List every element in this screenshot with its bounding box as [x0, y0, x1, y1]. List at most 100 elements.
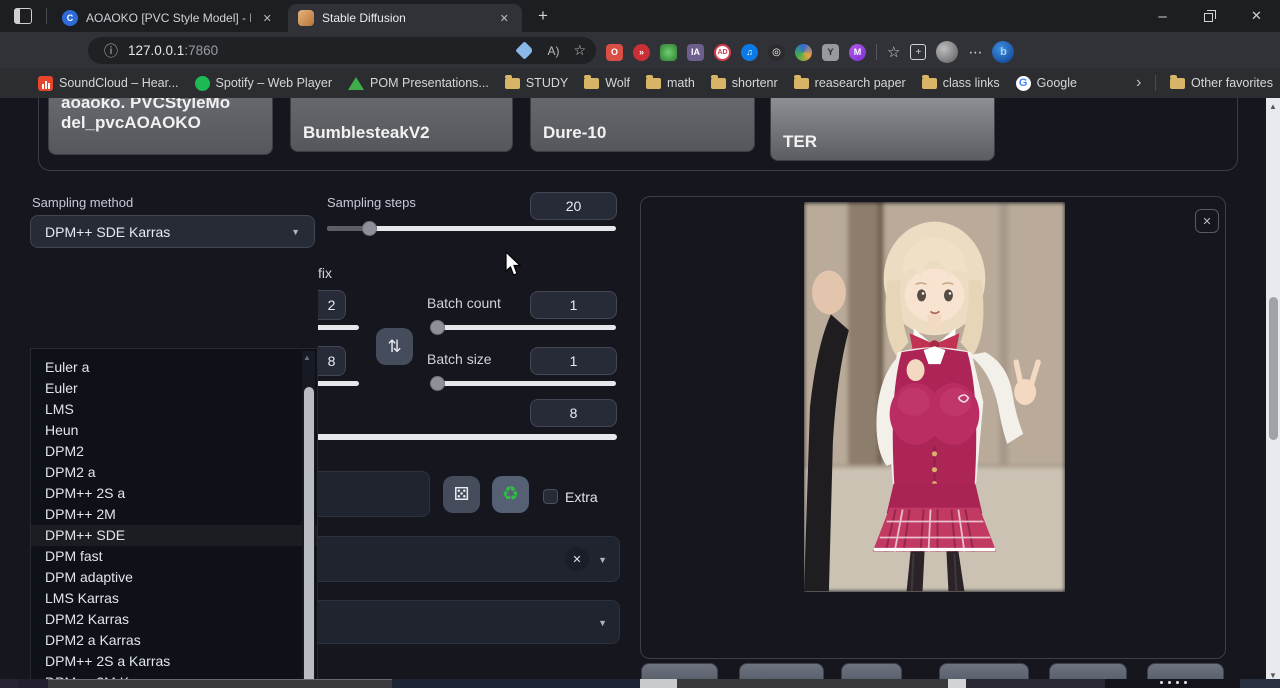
- address-bar[interactable]: ⓘ 127.0.0.1:7860 A) ☆: [88, 37, 596, 64]
- extension-icon[interactable]: AD: [714, 44, 731, 61]
- reuse-seed-button[interactable]: ♻: [492, 476, 529, 513]
- extension-icon[interactable]: »: [633, 44, 650, 61]
- slider-handle[interactable]: [430, 376, 445, 391]
- dropdown-option-hovered[interactable]: DPM++ SDE: [31, 525, 317, 546]
- dropdown-scrollbar[interactable]: ▲ ▼: [302, 351, 315, 688]
- dropdown-option[interactable]: LMS: [31, 399, 317, 420]
- sampling-method-select[interactable]: DPM++ SDE Karras ▼: [30, 215, 315, 248]
- bookmark-study[interactable]: STUDY: [497, 76, 576, 90]
- bing-chat-icon[interactable]: b: [992, 41, 1014, 63]
- height-slider-clipped[interactable]: [318, 381, 359, 386]
- dropdown-option[interactable]: DPM fast: [31, 546, 317, 567]
- site-info-icon[interactable]: ⓘ: [104, 41, 118, 61]
- dropdown-option[interactable]: Heun: [31, 420, 317, 441]
- window-close-button[interactable]: ✕: [1233, 0, 1280, 32]
- browser-scrollbar-thumb[interactable]: [1269, 297, 1278, 440]
- dropdown-option[interactable]: DPM++ 2M: [31, 504, 317, 525]
- bookmark-pom[interactable]: POM Presentations...: [340, 76, 497, 90]
- clear-styles-icon[interactable]: ✕: [565, 547, 589, 571]
- tab-stable-diffusion[interactable]: Stable Diffusion ✕: [288, 4, 522, 32]
- other-favorites[interactable]: Other favorites: [1162, 76, 1280, 90]
- read-aloud-icon[interactable]: A): [547, 44, 559, 58]
- model-card-title-clipped: aoaoko. PVCStyleMo: [61, 98, 260, 113]
- dropdown-option[interactable]: DPM++ 2S a: [31, 483, 317, 504]
- browser-scrollbar[interactable]: ▲ ▼: [1266, 98, 1280, 688]
- shopping-tag-icon[interactable]: [516, 41, 534, 59]
- toolbar-separator: [876, 44, 877, 60]
- dropdown-option[interactable]: DPM2: [31, 441, 317, 462]
- generated-image[interactable]: [804, 202, 1065, 592]
- favorite-add-icon[interactable]: ☆: [573, 42, 586, 59]
- mouse-cursor: [505, 252, 523, 278]
- scroll-up-icon[interactable]: ▲: [1269, 102, 1277, 111]
- bookmark-label: math: [667, 76, 695, 90]
- bookmarks-overflow-chevron[interactable]: ›: [1128, 74, 1149, 92]
- batch-count-slider[interactable]: [430, 325, 616, 330]
- dropdown-option[interactable]: Euler a: [31, 357, 317, 378]
- extension-icon[interactable]: M: [849, 44, 866, 61]
- bookmark-spotify[interactable]: Spotify – Web Player: [187, 76, 341, 91]
- dropdown-option[interactable]: LMS Karras: [31, 588, 317, 609]
- swap-dimensions-button[interactable]: ⇅: [376, 328, 413, 365]
- window-minimize-button[interactable]: –: [1139, 0, 1186, 32]
- sampling-steps-input[interactable]: 20: [530, 192, 617, 220]
- bookmarks-bar: SoundCloud – Hear... Spotify – Web Playe…: [0, 68, 1280, 98]
- dropdown-scrollbar-thumb[interactable]: [304, 387, 314, 688]
- batch-count-input[interactable]: 1: [530, 291, 617, 319]
- sd-page: aoaoko. PVCStyleMo del_pvcAOAOKO Bumbles…: [0, 98, 1266, 688]
- width-input-clipped[interactable]: 2: [318, 290, 346, 320]
- slider-handle[interactable]: [362, 221, 377, 236]
- slider-handle[interactable]: [430, 320, 445, 335]
- tab-close-icon[interactable]: ✕: [496, 10, 512, 26]
- bookmark-label: class links: [943, 76, 1000, 90]
- model-card[interactable]: BumblesteakV2: [290, 98, 513, 152]
- drive-icon: [348, 77, 364, 90]
- extension-icon[interactable]: IA: [687, 44, 704, 61]
- tab-close-icon[interactable]: ✕: [259, 10, 275, 26]
- scroll-up-icon[interactable]: ▲: [303, 353, 311, 362]
- tab-civitai[interactable]: C AOAOKO [PVC Style Model] - PV ✕: [52, 4, 285, 32]
- dropdown-option[interactable]: DPM2 a Karras: [31, 630, 317, 651]
- background-window-strip: [0, 679, 18, 688]
- more-menu-icon[interactable]: ⋯: [968, 44, 982, 61]
- bookmark-research[interactable]: reasearch paper: [786, 76, 914, 90]
- dropdown-option[interactable]: DPM2 Karras: [31, 609, 317, 630]
- dropdown-option[interactable]: Euler: [31, 378, 317, 399]
- dropdown-option[interactable]: DPM++ 2S a Karras: [31, 651, 317, 672]
- new-tab-button[interactable]: +: [533, 6, 553, 26]
- close-gallery-button[interactable]: ✕: [1195, 209, 1219, 233]
- favorites-bar-icon[interactable]: ☆: [887, 43, 900, 61]
- dropdown-option[interactable]: DPM2 a: [31, 462, 317, 483]
- sampling-steps-slider[interactable]: [327, 226, 616, 231]
- extension-icon[interactable]: [660, 44, 677, 61]
- bookmark-classlinks[interactable]: class links: [914, 76, 1008, 90]
- cfg-scale-input[interactable]: 8: [530, 399, 617, 427]
- bookmark-shortenr[interactable]: shortenr: [703, 76, 786, 90]
- collections-icon[interactable]: +: [910, 44, 926, 60]
- width-slider-clipped[interactable]: [318, 325, 359, 330]
- tab-actions-menu-icon[interactable]: [14, 8, 32, 24]
- window-restore-button[interactable]: [1187, 0, 1233, 32]
- folder-icon: [794, 78, 809, 89]
- bookmark-wolf[interactable]: Wolf: [576, 76, 638, 90]
- extra-checkbox[interactable]: [543, 489, 558, 504]
- bookmark-math[interactable]: math: [638, 76, 703, 90]
- profile-avatar[interactable]: [936, 41, 958, 63]
- extension-icon[interactable]: [795, 44, 812, 61]
- model-card[interactable]: aoaoko. PVCStyleMo del_pvcAOAOKO: [48, 98, 273, 155]
- model-card-hovered[interactable]: TER: [770, 98, 995, 161]
- output-gallery-panel: ✕: [640, 196, 1226, 659]
- bookmark-soundcloud[interactable]: SoundCloud – Hear...: [30, 76, 187, 91]
- extension-icon[interactable]: Y: [822, 44, 839, 61]
- batch-size-slider[interactable]: [430, 381, 616, 386]
- model-card[interactable]: Dure-10: [530, 98, 755, 152]
- height-input-clipped[interactable]: 8: [318, 346, 346, 376]
- bookmark-google[interactable]: G Google: [1008, 76, 1085, 91]
- extension-icon[interactable]: O: [606, 44, 623, 61]
- random-seed-button[interactable]: ⚄: [443, 476, 480, 513]
- extension-icon[interactable]: ♫: [741, 44, 758, 61]
- extension-icon[interactable]: ◎: [768, 44, 785, 61]
- google-icon: G: [1016, 76, 1031, 91]
- dropdown-option[interactable]: DPM adaptive: [31, 567, 317, 588]
- batch-size-input[interactable]: 1: [530, 347, 617, 375]
